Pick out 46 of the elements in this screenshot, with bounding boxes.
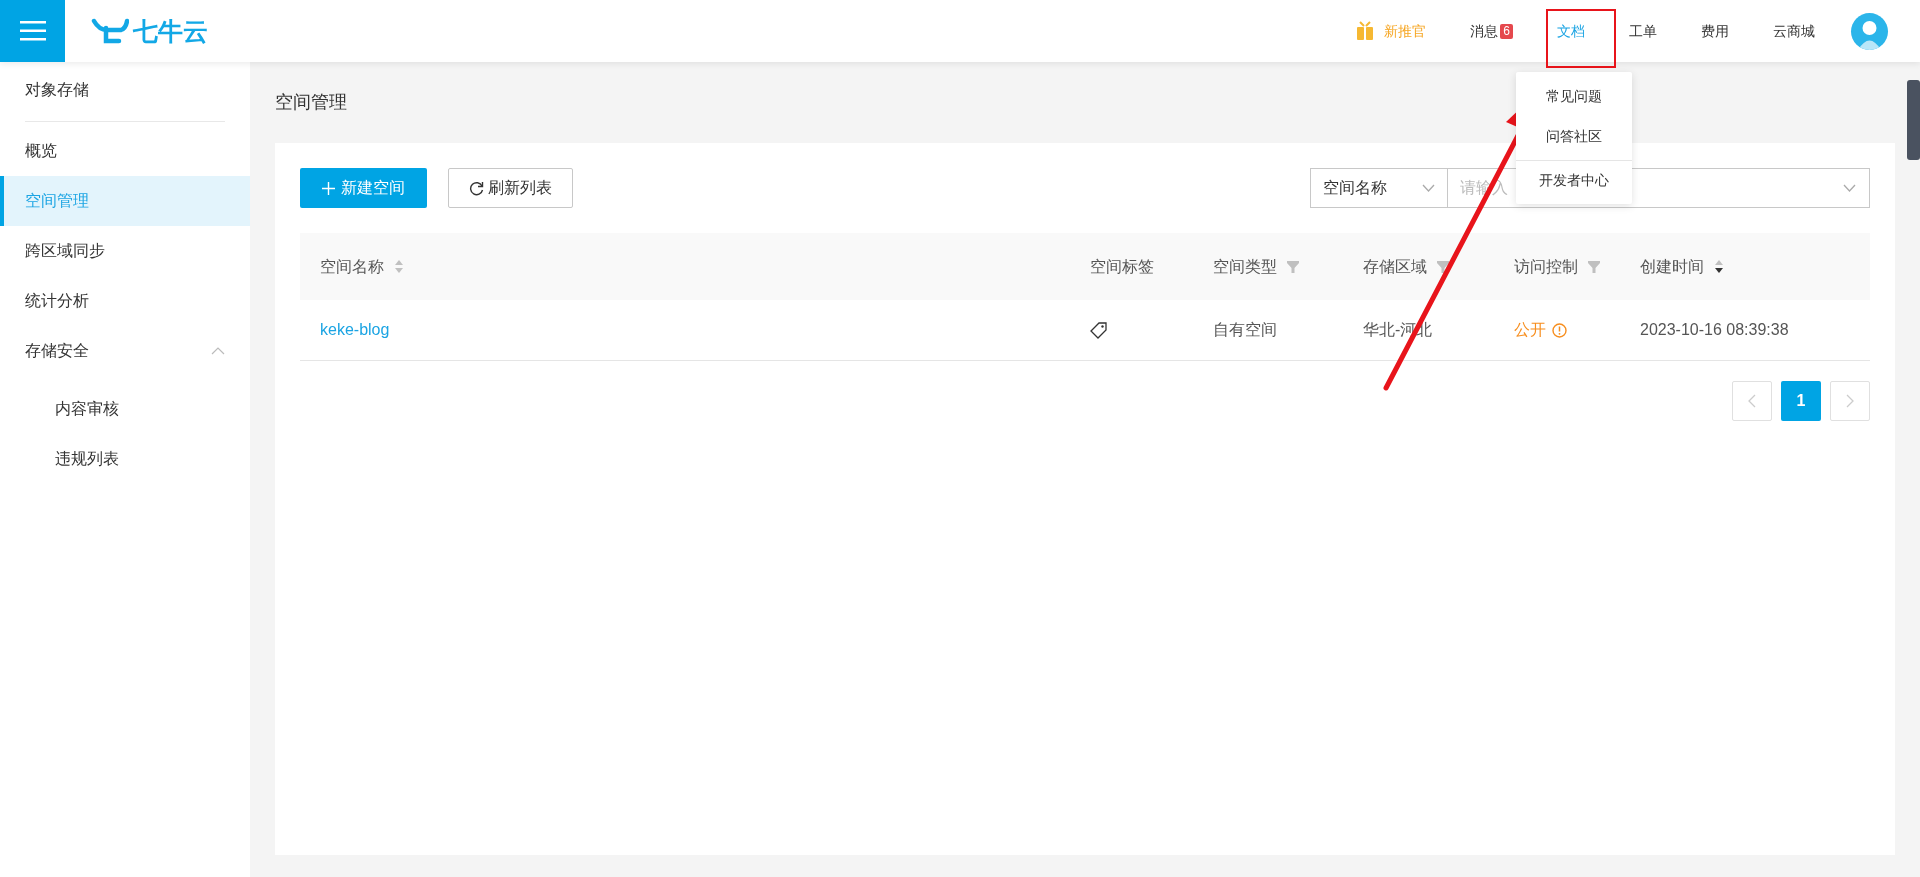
filter-icon[interactable] — [1437, 260, 1449, 273]
column-header: 空间类型 — [1213, 256, 1277, 277]
table-cell: 自有空间 — [1213, 321, 1277, 338]
refresh-icon — [469, 180, 484, 196]
sidebar-item[interactable]: 概览 — [0, 126, 250, 176]
menu-item[interactable]: 常见问题 — [1516, 76, 1632, 116]
gift-icon — [1356, 21, 1375, 41]
sidebar-item[interactable]: 内容审核 — [0, 384, 250, 434]
column-header: 访问控制 — [1514, 256, 1578, 277]
logo-icon — [91, 18, 129, 44]
sidebar-item[interactable]: 跨区域同步 — [0, 226, 250, 276]
sort-icon[interactable] — [1714, 259, 1724, 274]
table-cell-text: 公开 — [1514, 320, 1546, 340]
warning-icon[interactable] — [1552, 322, 1567, 338]
previous-page-button[interactable] — [1732, 381, 1772, 421]
column-header: 空间名称 — [320, 256, 384, 277]
table-cell: 2023-10-16 08:39:38 — [1640, 321, 1789, 338]
sidebar-item[interactable]: 违规列表 — [0, 434, 250, 484]
chevron-down-icon — [1422, 184, 1435, 192]
count-badge: 6 — [1500, 23, 1513, 39]
sidebar-item[interactable]: 存储安全 — [0, 326, 250, 376]
chevron-down-icon — [1843, 184, 1856, 192]
tag-icon[interactable] — [1090, 321, 1107, 339]
next-page-button[interactable] — [1830, 381, 1870, 421]
menu-item[interactable]: 问答社区 — [1516, 116, 1632, 156]
menu-icon — [19, 21, 46, 41]
plus-icon — [322, 181, 335, 195]
highlight-frame — [1546, 9, 1616, 68]
sidebar-heading: 对象存储 — [24, 80, 90, 100]
page-title: 空间管理 — [275, 91, 347, 114]
nav-link[interactable]: 云商城 — [1751, 0, 1837, 62]
logo-text: 七牛云 — [133, 18, 208, 44]
menu-item[interactable]: 开发者中心 — [1516, 160, 1632, 200]
avatar[interactable] — [1851, 12, 1888, 50]
nav-link[interactable]: 费用 — [1679, 0, 1751, 62]
menu-button[interactable] — [0, 0, 65, 62]
column-header: 存储区域 — [1363, 256, 1427, 277]
chevron-left-icon — [1748, 394, 1756, 408]
nav-link[interactable]: 工单 — [1607, 0, 1679, 62]
column-header: 空间标签 — [1090, 256, 1154, 277]
sidebar-item[interactable]: 统计分析 — [0, 276, 250, 326]
field-select[interactable]: 空间名称 — [1310, 168, 1448, 208]
refresh-button[interactable]: 刷新列表 — [448, 168, 573, 208]
nav-link[interactable]: 消息 6 — [1448, 0, 1535, 62]
column-header: 创建时间 — [1640, 256, 1704, 277]
chevron-right-icon — [1846, 394, 1854, 408]
